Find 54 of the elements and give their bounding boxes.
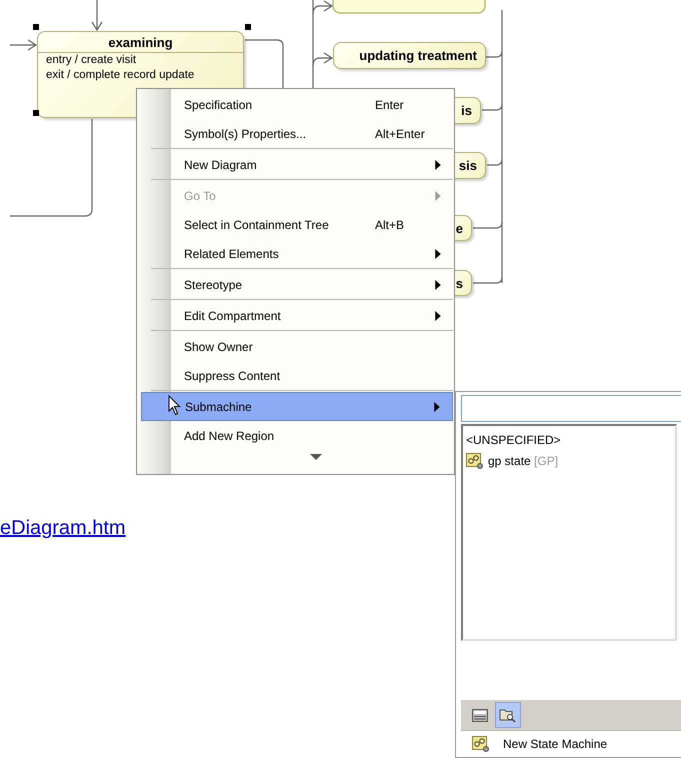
menu-item-label: Suppress Content [184,368,282,382]
menu-item-label: Go To [184,188,217,202]
menu-item-label: Select in Containment Tree [184,218,330,232]
mouse-cursor-icon [168,395,182,416]
state-name: updating treatment [358,47,478,63]
state-action: exit / complete record update [45,68,196,83]
search-field[interactable] [461,395,681,422]
submenu-arrow-icon [433,280,443,290]
menu-item[interactable]: Select in Containment Tree Alt+B [141,210,453,239]
folder-search-icon [499,707,517,723]
transition-arrow [312,52,334,66]
menu-item[interactable]: Add New Region [141,421,453,450]
menu-item[interactable]: Show Owner [141,332,453,361]
menu-item[interactable]: Submachine [141,392,453,421]
state-name: sis [458,157,478,173]
selection-handle[interactable] [33,110,39,116]
scroll-down-icon[interactable] [310,454,322,460]
state-machine-icon [472,736,489,752]
menu-item-label: Add New Region [184,428,276,442]
transition-arrow [10,40,38,50]
menu-item-label: Show Owner [184,340,254,354]
menu-item-label: Related Elements [184,246,280,260]
transition-line [245,39,284,88]
submenu-arrow-icon [433,248,443,258]
shortcut-label: Alt+Enter [375,126,426,140]
menu-item-label: Edit Compartment [184,308,282,322]
submenu-arrow-icon [432,402,442,412]
menu-item-label: Symbol(s) Properties... [184,126,308,140]
list-item[interactable]: <UNSPECIFIED> [466,429,672,450]
page-link[interactable]: eDiagram.htm [0,517,126,539]
submenu-arrow-icon [433,310,443,320]
state-name: e [454,220,464,236]
submenu-arrow-icon [433,190,443,200]
list-view-icon [472,708,488,722]
shortcut-label: Enter [375,98,405,112]
selection-handle[interactable] [245,24,251,30]
transition-arrow [92,0,102,32]
state-action: entry / create visit [45,53,138,68]
state-name: is [460,102,473,118]
toolbar-button[interactable] [495,702,521,728]
selection-handle[interactable] [33,24,39,30]
transition-arrow [312,0,334,14]
menu-item-label: Submachine [185,400,253,414]
list-item[interactable]: gp state [GP] [466,450,672,471]
state-name: examining [107,34,174,52]
menu-item[interactable]: Specification Enter [141,90,453,119]
menu-item-label: Stereotype [184,278,244,292]
shortcut-label: Alt+B [375,218,406,232]
menu-item[interactable]: New State Machine [461,730,681,757]
menu-item-label: Specification [184,98,254,112]
state-machine-icon [466,452,483,468]
state-name: s [454,275,464,291]
submenu-arrow-icon [433,160,443,170]
menu-item-label: New Diagram [184,158,258,172]
